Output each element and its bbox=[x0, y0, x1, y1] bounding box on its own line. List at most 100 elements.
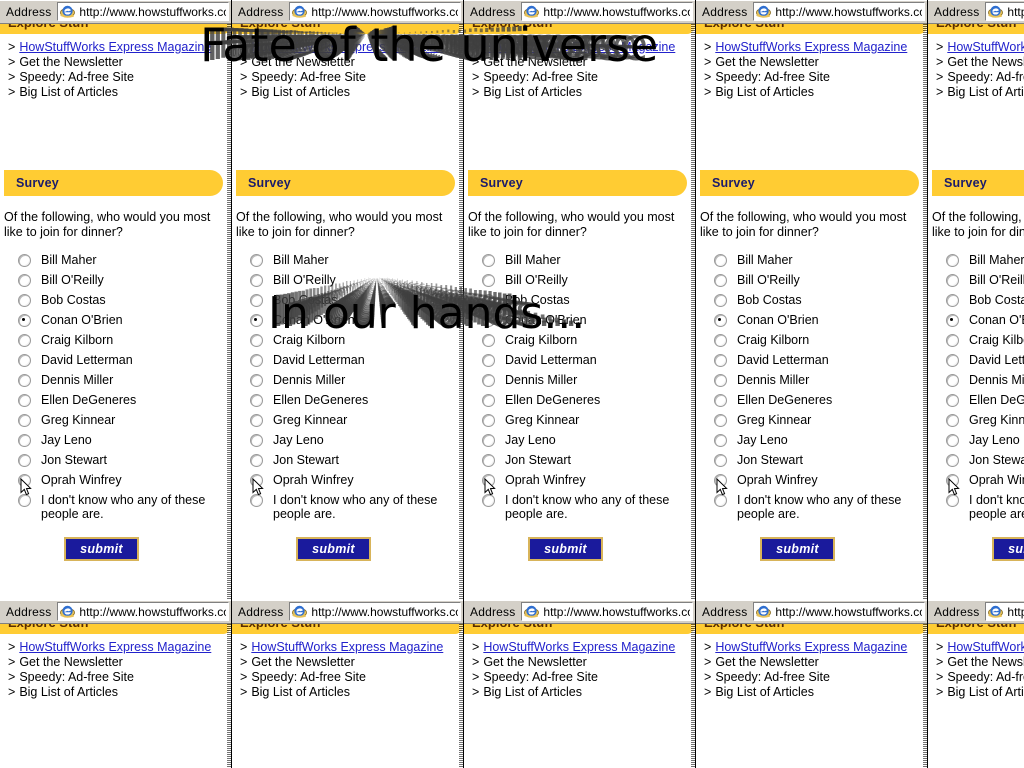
link-0[interactable]: HowStuffWorks Express Magazine bbox=[947, 40, 1024, 54]
survey-option[interactable]: Dennis Miller bbox=[482, 372, 695, 392]
radio-button-2[interactable] bbox=[946, 294, 959, 307]
radio-button-10[interactable] bbox=[18, 454, 31, 467]
link-2[interactable]: Speedy: Ad-free Site bbox=[715, 670, 830, 684]
submit-button[interactable]: submit bbox=[760, 537, 835, 561]
radio-button-9[interactable] bbox=[18, 434, 31, 447]
radio-button-0[interactable] bbox=[482, 254, 495, 267]
address-input[interactable]: http://www.howstuffworks.com/ bbox=[289, 602, 461, 621]
address-input[interactable]: http://www.howstuffworks.com/ bbox=[753, 2, 925, 21]
radio-button-9[interactable] bbox=[482, 434, 495, 447]
survey-option[interactable]: Ellen DeGeneres bbox=[250, 392, 463, 412]
survey-option[interactable]: Conan O'Brien bbox=[18, 312, 231, 332]
radio-button-12[interactable] bbox=[250, 494, 263, 507]
survey-option[interactable]: Oprah Winfrey bbox=[714, 472, 927, 492]
link-3[interactable]: Big List of Articles bbox=[715, 685, 814, 699]
radio-button-5[interactable] bbox=[714, 354, 727, 367]
link-1[interactable]: Get the Newsletter bbox=[251, 655, 355, 669]
survey-option[interactable]: Oprah Winfrey bbox=[250, 472, 463, 492]
radio-button-8[interactable] bbox=[482, 414, 495, 427]
link-list-item[interactable]: >Get the Newsletter bbox=[472, 55, 695, 70]
radio-button-5[interactable] bbox=[250, 354, 263, 367]
radio-button-3[interactable] bbox=[482, 314, 495, 327]
link-list-item[interactable]: >Speedy: Ad-free Site bbox=[704, 70, 927, 85]
radio-button-1[interactable] bbox=[250, 274, 263, 287]
link-2[interactable]: Speedy: Ad-free Site bbox=[251, 70, 366, 84]
radio-button-3[interactable] bbox=[18, 314, 31, 327]
radio-button-1[interactable] bbox=[946, 274, 959, 287]
radio-button-7[interactable] bbox=[714, 394, 727, 407]
survey-option[interactable]: Jay Leno bbox=[946, 432, 1024, 452]
survey-option[interactable]: Dennis Miller bbox=[946, 372, 1024, 392]
link-list-item[interactable]: >Big List of Articles bbox=[704, 685, 927, 700]
survey-option[interactable]: Craig Kilborn bbox=[946, 332, 1024, 352]
link-list-item[interactable]: >Big List of Articles bbox=[8, 685, 231, 700]
link-list-item[interactable]: >Get the Newsletter bbox=[936, 655, 1024, 670]
radio-button-10[interactable] bbox=[946, 454, 959, 467]
link-3[interactable]: Big List of Articles bbox=[251, 685, 350, 699]
survey-option[interactable]: Bill O'Reilly bbox=[250, 272, 463, 292]
address-input[interactable]: http://www.howstuffworks.com/ bbox=[521, 2, 693, 21]
submit-button[interactable]: submit bbox=[992, 537, 1024, 561]
survey-option[interactable]: I don't know who any of these people are… bbox=[482, 492, 695, 523]
radio-button-11[interactable] bbox=[250, 474, 263, 487]
link-list-item[interactable]: >Get the Newsletter bbox=[8, 55, 231, 70]
link-2[interactable]: Speedy: Ad-free Site bbox=[19, 670, 134, 684]
survey-option[interactable]: Conan O'Brien bbox=[714, 312, 927, 332]
radio-button-2[interactable] bbox=[714, 294, 727, 307]
radio-button-5[interactable] bbox=[18, 354, 31, 367]
link-2[interactable]: Speedy: Ad-free Site bbox=[947, 70, 1024, 84]
address-input[interactable]: http://www.howstuffworks.com/ bbox=[985, 2, 1024, 21]
survey-option[interactable]: Oprah Winfrey bbox=[482, 472, 695, 492]
survey-option[interactable]: Greg Kinnear bbox=[714, 412, 927, 432]
radio-button-5[interactable] bbox=[482, 354, 495, 367]
survey-option[interactable]: Jon Stewart bbox=[482, 452, 695, 472]
link-2[interactable]: Speedy: Ad-free Site bbox=[947, 670, 1024, 684]
survey-option[interactable]: Bill Maher bbox=[946, 252, 1024, 272]
link-list-item[interactable]: >Get the Newsletter bbox=[472, 655, 695, 670]
survey-option[interactable]: Greg Kinnear bbox=[946, 412, 1024, 432]
survey-option[interactable]: Dennis Miller bbox=[18, 372, 231, 392]
address-input[interactable]: http://www.howstuffworks.com/ bbox=[57, 602, 229, 621]
survey-option[interactable]: Bill Maher bbox=[714, 252, 927, 272]
survey-option[interactable]: David Letterman bbox=[482, 352, 695, 372]
survey-option[interactable]: Bill O'Reilly bbox=[18, 272, 231, 292]
link-2[interactable]: Speedy: Ad-free Site bbox=[251, 670, 366, 684]
radio-button-3[interactable] bbox=[946, 314, 959, 327]
survey-option[interactable]: Bill Maher bbox=[482, 252, 695, 272]
radio-button-10[interactable] bbox=[714, 454, 727, 467]
link-1[interactable]: Get the Newsletter bbox=[715, 55, 819, 69]
survey-option[interactable]: Conan O'Brien bbox=[250, 312, 463, 332]
survey-option[interactable]: Bob Costas bbox=[250, 292, 463, 312]
link-list-item[interactable]: >HowStuffWorks Express Magazine bbox=[936, 40, 1024, 55]
link-list-item[interactable]: >HowStuffWorks Express Magazine bbox=[8, 640, 231, 655]
submit-button[interactable]: submit bbox=[64, 537, 139, 561]
survey-option[interactable]: Bob Costas bbox=[18, 292, 231, 312]
survey-option[interactable]: I don't know who any of these people are… bbox=[250, 492, 463, 523]
survey-option[interactable]: Bill O'Reilly bbox=[482, 272, 695, 292]
survey-option[interactable]: Greg Kinnear bbox=[18, 412, 231, 432]
radio-button-2[interactable] bbox=[18, 294, 31, 307]
link-0[interactable]: HowStuffWorks Express Magazine bbox=[715, 40, 907, 54]
survey-option[interactable]: Jon Stewart bbox=[250, 452, 463, 472]
radio-button-7[interactable] bbox=[482, 394, 495, 407]
radio-button-0[interactable] bbox=[946, 254, 959, 267]
link-3[interactable]: Big List of Articles bbox=[483, 685, 582, 699]
radio-button-11[interactable] bbox=[946, 474, 959, 487]
link-1[interactable]: Get the Newsletter bbox=[19, 55, 123, 69]
survey-option[interactable]: David Letterman bbox=[946, 352, 1024, 372]
radio-button-12[interactable] bbox=[482, 494, 495, 507]
window-scroll-edge[interactable] bbox=[691, 600, 695, 768]
link-list-item[interactable]: >Big List of Articles bbox=[240, 685, 463, 700]
survey-option[interactable]: Jon Stewart bbox=[714, 452, 927, 472]
survey-option[interactable]: Bill O'Reilly bbox=[714, 272, 927, 292]
radio-button-10[interactable] bbox=[482, 454, 495, 467]
link-0[interactable]: HowStuffWorks Express Magazine bbox=[483, 40, 675, 54]
survey-option[interactable]: Ellen DeGeneres bbox=[714, 392, 927, 412]
radio-button-7[interactable] bbox=[946, 394, 959, 407]
survey-option[interactable]: Jay Leno bbox=[250, 432, 463, 452]
radio-button-1[interactable] bbox=[714, 274, 727, 287]
link-0[interactable]: HowStuffWorks Express Magazine bbox=[251, 640, 443, 654]
link-list-item[interactable]: >HowStuffWorks Express Magazine bbox=[8, 40, 231, 55]
survey-option[interactable]: Jay Leno bbox=[18, 432, 231, 452]
survey-option[interactable]: Craig Kilborn bbox=[250, 332, 463, 352]
